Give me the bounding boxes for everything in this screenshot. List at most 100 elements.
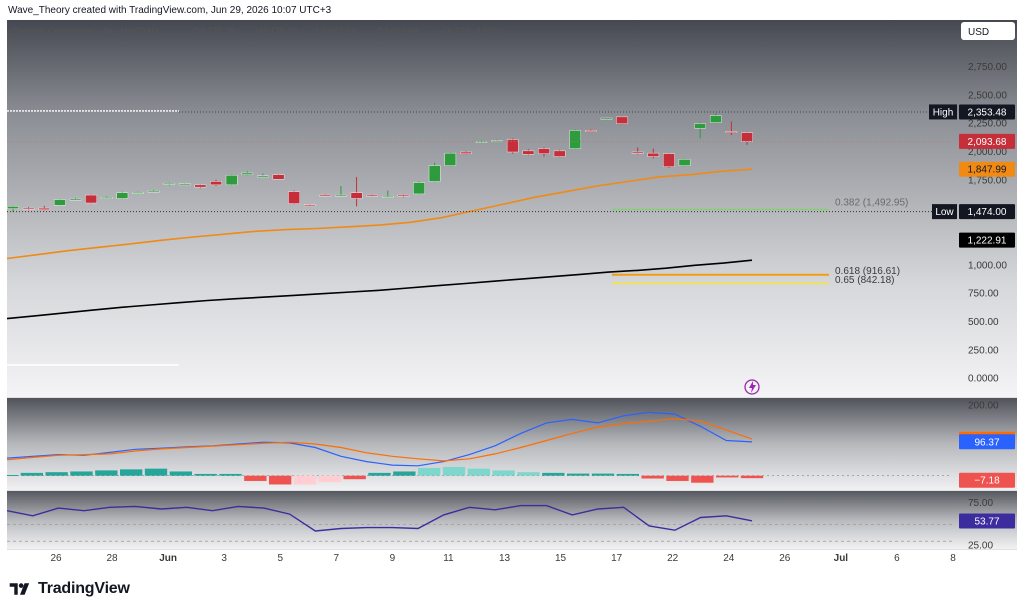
candle-body [257, 175, 269, 178]
candle-body [585, 130, 597, 132]
macd-histogram-bar [591, 473, 615, 476]
chart-canvas[interactable]: 2,750.002,500.002,250.002,000.001,750.00… [7, 20, 1017, 567]
candle-body [116, 192, 129, 199]
main-pane-background [7, 20, 1017, 397]
candle-body [272, 174, 285, 180]
candle-body [694, 123, 706, 129]
macd-tag: 96.37 [974, 437, 999, 448]
candle-body [210, 181, 222, 186]
candle-body [350, 192, 363, 199]
candle-body [163, 182, 175, 185]
macd-histogram-bar [144, 468, 168, 476]
candle-body [366, 194, 379, 197]
time-tick-label: 26 [779, 553, 791, 564]
price-tick-label: 2,750.00 [968, 62, 1007, 73]
candle-body [460, 151, 472, 154]
candle-body [54, 199, 66, 206]
legend-symbol: Sandisk Corporation · 4h · NASDAQ [13, 26, 159, 36]
last-price-tag: 2,093.68 [968, 137, 1007, 148]
rsi-tick-label: 75.00 [968, 498, 993, 509]
time-tick-label: 9 [390, 553, 396, 564]
currency-button[interactable]: USD [961, 22, 1015, 40]
histogram-tag: −7.18 [974, 476, 1000, 487]
price-tick-label: 500.00 [968, 317, 999, 328]
macd-histogram-bar [666, 475, 689, 481]
time-tick-label: 13 [499, 553, 511, 564]
tradingview-branding[interactable]: TradingView [8, 580, 130, 598]
chart-credit: Wave_Theory created with TradingView.com… [8, 5, 332, 16]
candle-body [444, 152, 457, 166]
time-tick-label: 5 [277, 553, 283, 564]
rsi-pane-background [7, 491, 1017, 549]
macd-histogram-bar [417, 467, 441, 476]
macd-histogram-bar [368, 472, 391, 476]
time-tick-label: 6 [894, 553, 900, 564]
price-tick-label: 1,000.00 [968, 260, 1007, 271]
candle-body [178, 183, 191, 186]
high-label: High [933, 107, 954, 118]
candle-body [303, 204, 316, 207]
macd-histogram-bar [119, 469, 143, 476]
time-tick-label: 22 [667, 553, 679, 564]
candle-body [132, 192, 144, 194]
legend-low: L2,063.04 [316, 26, 356, 36]
price-tick-label: 0.0000 [968, 374, 999, 385]
macd-histogram-bar [219, 473, 242, 476]
macd-tick-label: 200.00 [968, 400, 999, 411]
macd-histogram-bar [70, 471, 93, 476]
macd-pane-background [7, 398, 1017, 490]
candle-body [335, 194, 347, 197]
legend-change: −76.32 (−3.52%) [437, 26, 504, 36]
macd-histogram-bar [715, 475, 739, 478]
candle-body [616, 116, 628, 124]
legend-close: C2,093.68 [377, 26, 419, 36]
brand-name: TradingView [38, 580, 130, 597]
candle-body [569, 130, 582, 149]
candle-body [663, 153, 675, 167]
macd-histogram-bar [194, 473, 217, 476]
candle-body [241, 172, 254, 175]
time-tick-label: 8 [950, 553, 956, 564]
macd-histogram-bar [95, 470, 118, 476]
macd-histogram-bar [268, 475, 292, 485]
time-tick-label: Jul [834, 553, 849, 564]
macd-histogram-bar [691, 475, 714, 483]
time-tick-label: 26 [50, 553, 62, 564]
macd-histogram-bar [318, 475, 342, 483]
candle-body [7, 206, 19, 209]
low-label: Low [935, 207, 954, 218]
high-price-tag: 2,353.48 [968, 107, 1007, 118]
candle-body [600, 117, 613, 120]
fib-label-0382: 0.382 (1,492.95) [835, 197, 908, 208]
chart-area[interactable]: 2,750.00 2,500.00 2,250.00 2,000.00 1,750.00… [7, 20, 1017, 567]
price-tick-label: 1,750.00 [968, 175, 1007, 186]
candle-body [319, 194, 332, 197]
macd-histogram-bar [641, 475, 664, 479]
time-tick-label: 11 [443, 553, 454, 564]
candle-body [522, 150, 535, 155]
tradingview-logo-icon [9, 583, 30, 595]
macd-histogram-bar [542, 472, 565, 476]
rsi-tick-label: 25.00 [968, 540, 993, 551]
currency-label: USD [968, 27, 989, 38]
candle-body [553, 150, 566, 157]
macd-histogram-bar [20, 472, 44, 476]
candle-body [69, 198, 82, 201]
candle-body [381, 195, 394, 198]
price-tick-label: 250.00 [968, 345, 999, 356]
macd-histogram-bar [7, 474, 19, 476]
candle-body [225, 175, 238, 186]
candle-body [147, 190, 160, 193]
macd-histogram-bar [616, 473, 640, 476]
price-tick-label: 2,250.00 [968, 119, 1007, 130]
ema-slow-tag: 1,222.91 [968, 236, 1007, 247]
macd-histogram-bar [343, 475, 366, 480]
candle-body [538, 148, 550, 154]
candle-body [413, 182, 425, 195]
time-tick-label: 15 [555, 553, 567, 564]
time-tick-label: 3 [221, 553, 227, 564]
candle-body [85, 194, 97, 204]
macd-histogram-bar [169, 471, 193, 476]
candle-body [725, 131, 738, 133]
candle-body [38, 207, 51, 211]
